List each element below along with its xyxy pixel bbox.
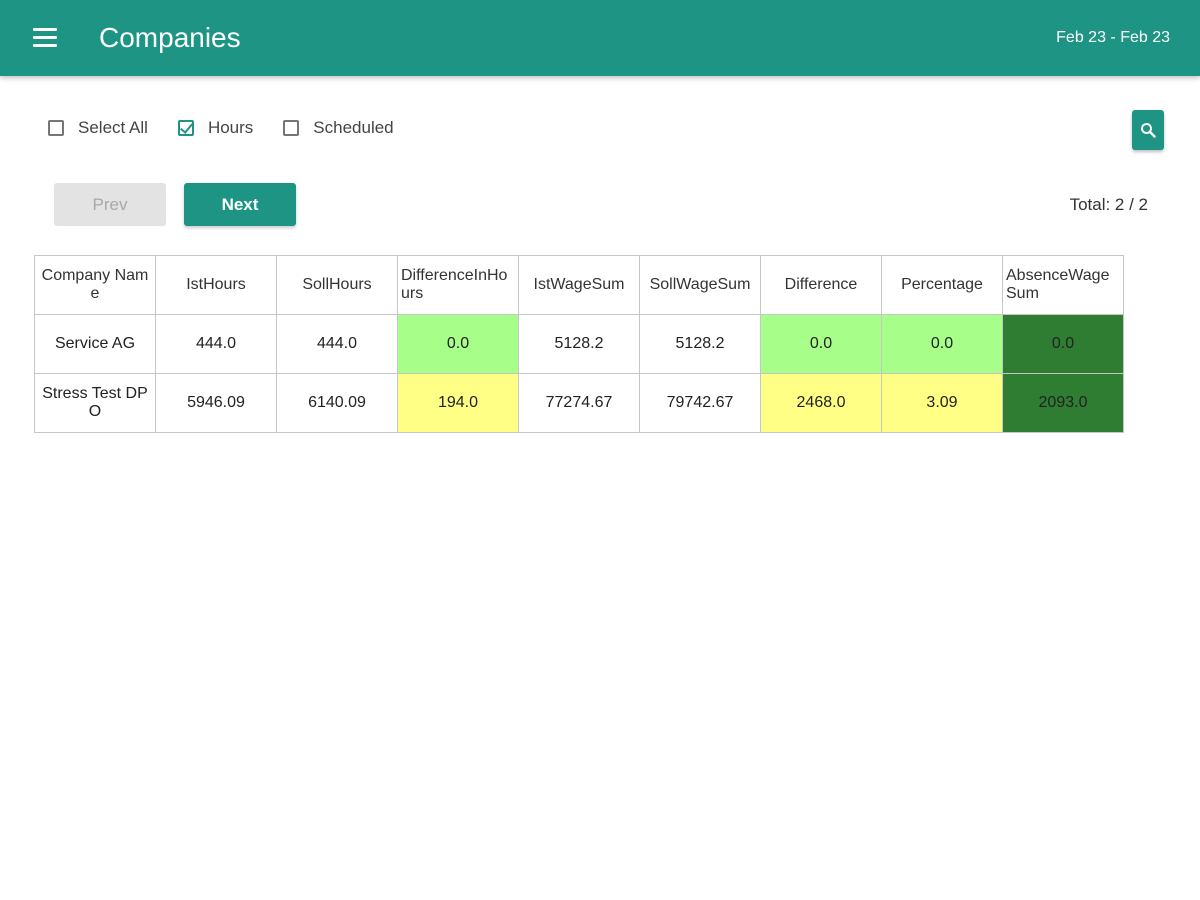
table-header-row: Company Name IstHours SollHours Differen… bbox=[34, 255, 1124, 315]
companies-table: Company Name IstHours SollHours Differen… bbox=[34, 255, 1124, 433]
difference-cell: 2468.0 bbox=[760, 373, 882, 433]
hours-checkbox[interactable] bbox=[177, 120, 194, 136]
menu-icon[interactable] bbox=[30, 24, 60, 52]
column-header[interactable]: SollWageSum bbox=[639, 255, 761, 315]
column-header[interactable]: DifferenceInHours bbox=[397, 255, 519, 315]
company-name-cell: Service AG bbox=[34, 314, 156, 374]
hours-label: Hours bbox=[207, 118, 254, 137]
filter-bar: Select All Hours Scheduled bbox=[48, 116, 424, 140]
absence-wage-sum-cell: 0.0 bbox=[1002, 314, 1124, 374]
soll-hours-cell: 444.0 bbox=[276, 314, 398, 374]
ist-hours-cell: 5946.09 bbox=[155, 373, 277, 433]
company-name-cell: Stress Test DPO bbox=[34, 373, 156, 433]
column-header[interactable]: AbsenceWageSum bbox=[1002, 255, 1124, 315]
scheduled-label: Scheduled bbox=[313, 118, 394, 137]
column-header[interactable]: SollHours bbox=[276, 255, 398, 315]
search-icon bbox=[1141, 123, 1156, 138]
filter-scheduled[interactable]: Scheduled bbox=[283, 118, 394, 138]
percentage-cell: 0.0 bbox=[881, 314, 1003, 374]
ist-wage-sum-cell: 5128.2 bbox=[518, 314, 640, 374]
soll-wage-sum-cell: 79742.67 bbox=[639, 373, 761, 433]
column-header[interactable]: Percentage bbox=[881, 255, 1003, 315]
page-title: Companies bbox=[99, 22, 241, 53]
app-bar: Companies Feb 23 - Feb 23 bbox=[0, 0, 1200, 76]
soll-hours-cell: 6140.09 bbox=[276, 373, 398, 433]
select-all-checkbox[interactable] bbox=[48, 120, 64, 136]
column-header[interactable]: Difference bbox=[760, 255, 882, 315]
table-row[interactable]: Stress Test DPO 5946.09 6140.09 194.0 77… bbox=[34, 373, 1124, 433]
absence-wage-sum-cell: 2093.0 bbox=[1002, 373, 1124, 433]
difference-cell: 0.0 bbox=[760, 314, 882, 374]
ist-hours-cell: 444.0 bbox=[155, 314, 277, 374]
prev-button[interactable]: Prev bbox=[54, 183, 166, 226]
percentage-cell: 3.09 bbox=[881, 373, 1003, 433]
date-range-label[interactable]: Feb 23 - Feb 23 bbox=[1056, 28, 1170, 48]
ist-wage-sum-cell: 77274.67 bbox=[518, 373, 640, 433]
soll-wage-sum-cell: 5128.2 bbox=[639, 314, 761, 374]
difference-in-hours-cell: 194.0 bbox=[397, 373, 519, 433]
table-row[interactable]: Service AG 444.0 444.0 0.0 5128.2 5128.2… bbox=[34, 314, 1124, 374]
search-button[interactable] bbox=[1132, 110, 1164, 150]
total-count: Total: 2 / 2 bbox=[1069, 195, 1148, 214]
next-button[interactable]: Next bbox=[184, 183, 296, 226]
column-header[interactable]: Company Name bbox=[34, 255, 156, 315]
difference-in-hours-cell: 0.0 bbox=[397, 314, 519, 374]
select-all-label: Select All bbox=[78, 118, 148, 137]
scheduled-checkbox[interactable] bbox=[283, 120, 300, 136]
filter-hours[interactable]: Hours bbox=[177, 118, 254, 138]
column-header[interactable]: IstHours bbox=[155, 255, 277, 315]
column-header[interactable]: IstWageSum bbox=[518, 255, 640, 315]
filter-select-all[interactable]: Select All bbox=[48, 118, 148, 138]
